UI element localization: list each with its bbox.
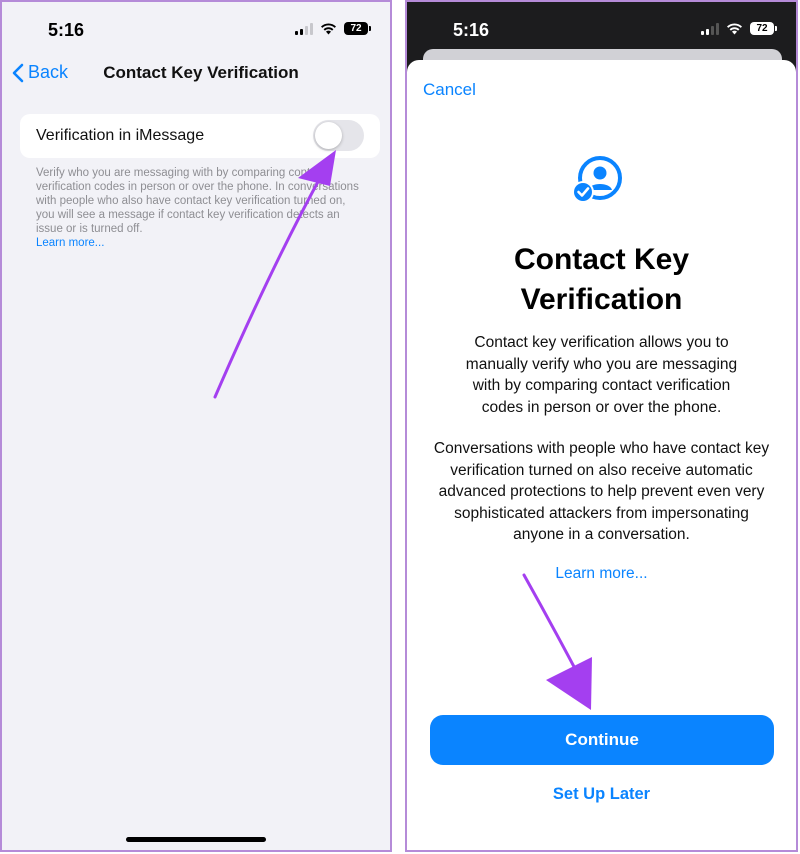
title-line-2: Verification [520,283,683,316]
right-phone-screen: 5:16 72 Cancel Contact Key Verification … [405,0,798,852]
toggle-knob [315,122,342,149]
status-icons: 72 [295,22,371,35]
status-time: 5:16 [453,20,490,40]
page-title: Contact Key Verification [103,63,299,82]
learn-more-link[interactable]: Learn more... [407,565,796,583]
wifi-icon [727,23,742,35]
person-checkmark-icon [572,156,622,203]
verification-toggle[interactable] [313,120,364,151]
left-phone-screen: 5:16 72 Back Contact Key Verification Ve… [0,0,392,852]
modal-sheet: Cancel Contact Key Verification Contact … [407,60,796,850]
home-indicator [126,837,266,842]
signal-icon [701,22,719,35]
verification-setting-row: Verification in iMessage [20,114,380,158]
sheet-title: Contact Key Verification [407,240,796,320]
signal-icon [295,22,313,35]
wifi-icon [321,23,336,35]
navigation-bar: Back Contact Key Verification [2,58,390,90]
status-bar: 5:16 72 [2,2,390,58]
continue-button[interactable]: Continue [430,715,774,765]
battery-icon: 72 [750,22,777,35]
setting-label: Verification in iMessage [36,127,205,144]
battery-icon: 72 [344,22,371,35]
setting-footer: Verify who you are messaging with by com… [36,166,366,250]
status-icons: 72 [701,22,777,35]
cancel-button[interactable]: Cancel [423,80,476,100]
description-paragraph-1: Contact key verification allows you to m… [465,334,738,416]
learn-more-link[interactable]: Learn more... [36,236,366,250]
status-time: 5:16 [48,20,85,40]
footer-description: Verify who you are messaging with by com… [36,167,359,235]
title-line-1: Contact Key [513,243,690,276]
set-up-later-button[interactable]: Set Up Later [407,785,796,804]
description-paragraph-2: Conversations with people who have conta… [433,440,770,543]
